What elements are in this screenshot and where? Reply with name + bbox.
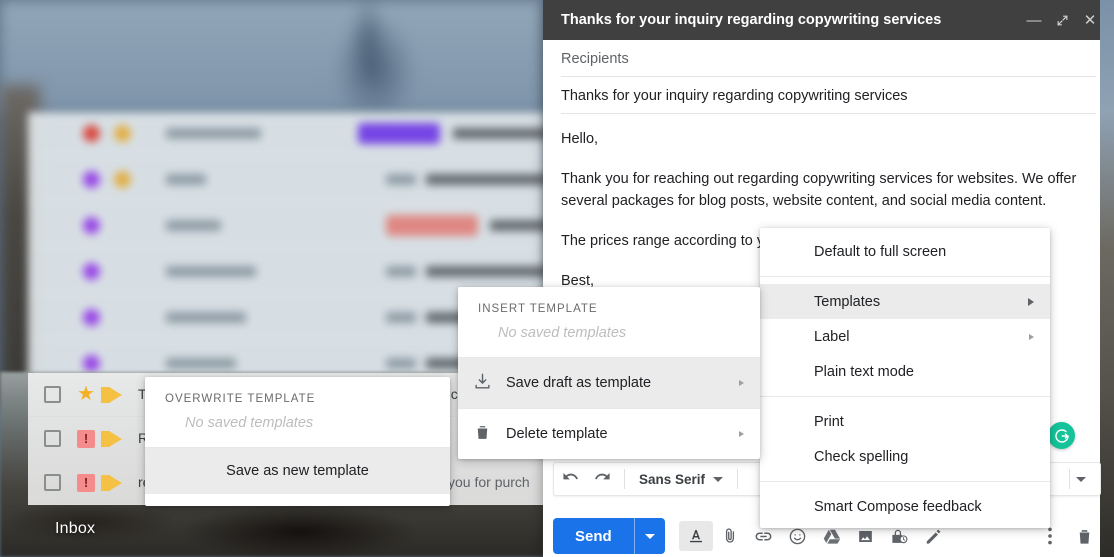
menu-divider (760, 396, 1050, 397)
menu-item-save-as-new-template[interactable]: Save as new template (145, 448, 450, 494)
more-formatting-chevron-down-icon[interactable] (1076, 476, 1086, 482)
insert-template-header: INSERT TEMPLATE (478, 303, 598, 315)
minimize-icon[interactable]: — (1020, 6, 1048, 34)
row-checkbox[interactable] (44, 474, 61, 491)
menu-item-label: Default to full screen (814, 243, 947, 260)
redo-icon[interactable] (586, 468, 618, 490)
send-button-label: Send (575, 527, 612, 545)
row-checkbox[interactable] (44, 430, 61, 447)
discard-draft-icon[interactable] (1067, 521, 1101, 551)
important-marker-icon[interactable] (101, 431, 122, 447)
templates-submenu: INSERT TEMPLATE No saved templates Save … (458, 287, 760, 459)
font-family-selector[interactable]: Sans Serif (631, 472, 713, 487)
menu-item-templates[interactable]: Templates (760, 284, 1050, 319)
recipients-field[interactable]: Recipients (561, 40, 1096, 77)
trash-icon (458, 423, 506, 446)
menu-item-label: Delete template (506, 426, 608, 442)
send-button[interactable]: Send (553, 518, 665, 554)
chevron-right-icon (739, 380, 744, 386)
undo-icon[interactable] (554, 468, 586, 490)
menu-item-delete-template[interactable]: Delete template (458, 409, 760, 459)
overwrite-template-submenu: OVERWRITE TEMPLATE No saved templates Sa… (145, 377, 450, 506)
important-priority-icon[interactable]: ! (77, 474, 95, 492)
compose-title-bar: Thanks for your inquiry regarding copywr… (543, 0, 1114, 40)
compose-more-options-menu: Default to full screen Templates Label P… (760, 228, 1050, 528)
menu-item-label: Plain text mode (814, 363, 914, 380)
compose-title: Thanks for your inquiry regarding copywr… (561, 12, 942, 28)
menu-item-default-to-full-screen[interactable]: Default to full screen (760, 234, 1050, 269)
chevron-right-icon (739, 431, 744, 437)
menu-item-label: Save draft as template (506, 375, 652, 391)
inbox-label: Inbox (55, 520, 96, 537)
menu-item-label: Check spelling (814, 448, 909, 465)
chevron-right-icon (1029, 333, 1034, 340)
important-priority-icon[interactable]: ! (77, 430, 95, 448)
star-icon[interactable]: ★ (77, 384, 95, 404)
background-photo-sky (0, 0, 545, 112)
send-options-chevron-down-icon[interactable] (635, 533, 665, 539)
menu-item-label: Print (814, 413, 844, 430)
menu-item-label: Save as new template (226, 463, 369, 479)
menu-divider (760, 481, 1050, 482)
chevron-down-icon[interactable] (713, 476, 724, 482)
overwrite-template-header: OVERWRITE TEMPLATE (165, 393, 316, 405)
subject-field[interactable]: Thanks for your inquiry regarding copywr… (561, 77, 1096, 114)
menu-item-label: Smart Compose feedback (814, 498, 982, 515)
row-checkbox[interactable] (44, 386, 61, 403)
menu-item-check-spelling[interactable]: Check spelling (760, 439, 1050, 474)
fullscreen-icon[interactable] (1048, 6, 1076, 34)
menu-item-plain-text-mode[interactable]: Plain text mode (760, 354, 1050, 389)
menu-item-label: Templates (814, 293, 881, 310)
background-photo-right-edge (1100, 0, 1114, 557)
body-paragraph: Hello, (561, 131, 599, 147)
important-marker-icon[interactable] (101, 475, 122, 491)
chevron-right-icon (1028, 297, 1034, 306)
format-text-icon[interactable] (678, 521, 713, 551)
menu-divider (760, 276, 1050, 277)
menu-item-label[interactable]: Label (760, 319, 1050, 354)
row-snippet: you for purch (448, 474, 530, 490)
menu-item-label: Label (814, 328, 850, 345)
no-saved-templates-text: No saved templates (498, 325, 627, 341)
menu-item-print[interactable]: Print (760, 404, 1050, 439)
important-marker-icon[interactable] (101, 387, 122, 403)
save-download-icon (458, 372, 506, 395)
no-saved-templates-text: No saved templates (185, 415, 314, 431)
body-paragraph: Thank you for reaching out regarding cop… (561, 171, 1077, 209)
attach-file-icon[interactable] (713, 521, 747, 551)
menu-item-smart-compose-feedback[interactable]: Smart Compose feedback (760, 489, 1050, 524)
grammarly-icon[interactable] (1048, 422, 1075, 449)
menu-item-save-draft-as-template[interactable]: Save draft as template (458, 358, 760, 408)
